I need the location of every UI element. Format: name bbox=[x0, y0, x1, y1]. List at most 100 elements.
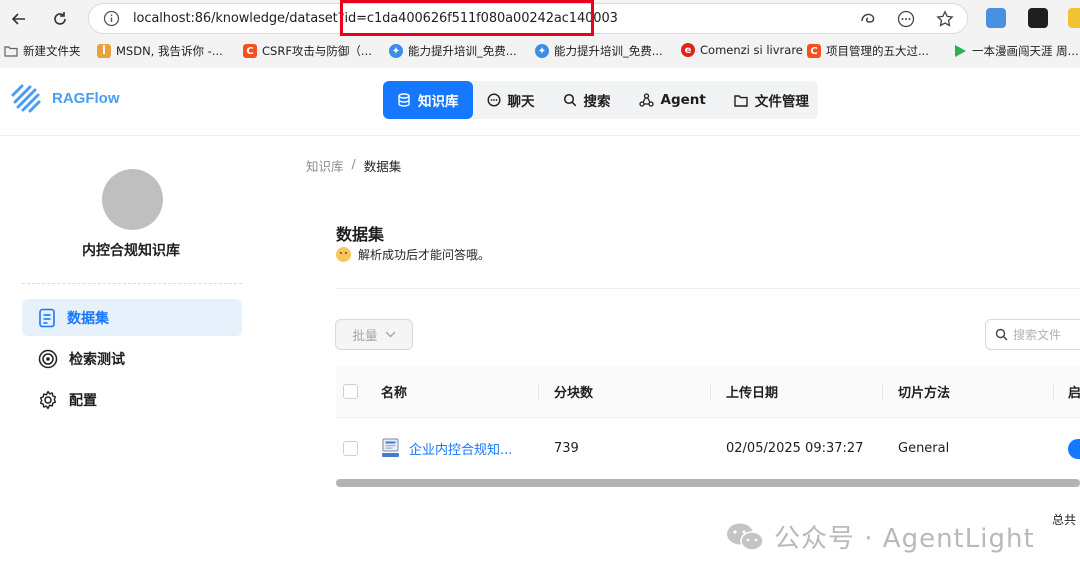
top-navigation: 知识库 聊天 搜索 Agent 文件管理 bbox=[383, 81, 818, 119]
row-checkbox-cell bbox=[336, 418, 381, 479]
column-label: 切片方法 bbox=[898, 386, 951, 401]
e-icon: e bbox=[681, 43, 695, 57]
database-icon bbox=[398, 93, 410, 107]
folder-icon bbox=[4, 44, 18, 58]
reload-button[interactable] bbox=[47, 6, 73, 32]
chevron-down-icon bbox=[385, 331, 395, 338]
table-row[interactable]: 企业内控合规知... 739 02/05/2025 09:37:27 Gener… bbox=[336, 418, 1080, 480]
bookmark-item[interactable]: e Comenzi si livrare bbox=[681, 43, 803, 57]
ragflow-app: RAGFlow 知识库 聊天 搜索 Agent 文件管理 内控合规知识库 数据集… bbox=[0, 68, 1080, 579]
divider bbox=[336, 288, 1080, 289]
bookmark-label: 一本漫画闯天涯 周... bbox=[972, 44, 1079, 58]
gear-icon bbox=[39, 390, 57, 409]
tab-knowledge-base[interactable]: 知识库 bbox=[383, 81, 473, 119]
app-header: RAGFlow 知识库 聊天 搜索 Agent 文件管理 bbox=[0, 68, 1080, 136]
tab-file-management[interactable]: 文件管理 bbox=[720, 81, 823, 119]
sidebar-item-label: 检索测试 bbox=[69, 351, 125, 368]
bookmark-item[interactable]: ✦ 能力提升培训_免费... bbox=[535, 43, 663, 59]
bookmark-item[interactable]: 新建文件夹 bbox=[4, 43, 81, 59]
sidebar-item-label: 数据集 bbox=[67, 310, 109, 327]
column-header-name[interactable]: 名称 bbox=[381, 366, 538, 417]
enable-toggle[interactable] bbox=[1068, 438, 1080, 459]
knowledge-base-name: 内控合规知识库 bbox=[82, 243, 180, 259]
tab-label: Agent bbox=[660, 92, 706, 108]
column-label: 上传日期 bbox=[726, 386, 779, 401]
upload-date: 02/05/2025 09:37:27 bbox=[726, 441, 864, 456]
breadcrumb-separator: / bbox=[351, 156, 356, 171]
play-icon bbox=[953, 44, 967, 58]
csdn-icon: C bbox=[807, 44, 821, 58]
bookmarks-bar: 新建文件夹 ꟾ MSDN, 我告诉你 -... C CSRF攻击与防御（... … bbox=[0, 40, 1080, 64]
cell-name: 企业内控合规知... bbox=[381, 418, 538, 479]
subtitle-text: 解析成功后才能问答哦。 bbox=[358, 248, 491, 262]
document-icon bbox=[39, 308, 55, 327]
column-label: 启 bbox=[1068, 386, 1080, 401]
chunk-count: 739 bbox=[554, 441, 579, 456]
breadcrumb-link[interactable]: 知识库 bbox=[306, 156, 344, 175]
horizontal-scrollbar[interactable] bbox=[336, 479, 1080, 487]
file-icon bbox=[382, 438, 399, 457]
column-label: 名称 bbox=[381, 386, 408, 401]
column-header-chunks[interactable]: 分块数 bbox=[538, 366, 710, 417]
folder-icon bbox=[734, 94, 748, 107]
bookmark-item[interactable]: 一本漫画闯天涯 周... bbox=[953, 43, 1079, 59]
tab-chat[interactable]: 聊天 bbox=[473, 81, 549, 119]
bookmark-label: 新建文件夹 bbox=[23, 44, 81, 58]
sidebar-item-label: 配置 bbox=[69, 392, 97, 409]
bookmark-item[interactable]: C 项目管理的五大过... bbox=[807, 43, 929, 59]
tab-search[interactable]: 搜索 bbox=[549, 81, 625, 119]
extension-icon-2[interactable] bbox=[1068, 8, 1080, 28]
scrollbar-thumb[interactable] bbox=[336, 479, 1080, 487]
logo[interactable]: RAGFlow bbox=[10, 82, 120, 114]
arrow-left-icon bbox=[11, 13, 25, 25]
tab-agent[interactable]: Agent bbox=[625, 81, 720, 119]
chat-icon bbox=[486, 93, 501, 107]
bookmark-label: MSDN, 我告诉你 -... bbox=[116, 44, 223, 58]
column-header-upload-date[interactable]: 上传日期 bbox=[710, 366, 882, 417]
select-all-checkbox[interactable] bbox=[343, 384, 358, 399]
agent-icon bbox=[638, 93, 654, 107]
bookmark-item[interactable]: ꟾ MSDN, 我告诉你 -... bbox=[97, 43, 223, 59]
sidebar-item-config[interactable]: 配置 bbox=[22, 381, 242, 418]
table-header: 名称 分块数 上传日期 切片方法 启 bbox=[336, 366, 1080, 418]
url-highlight-box bbox=[340, 0, 594, 36]
column-header-chunk-method[interactable]: 切片方法 bbox=[882, 366, 1053, 417]
bookmark-item[interactable]: C CSRF攻击与防御（... bbox=[243, 43, 372, 59]
bookmark-item[interactable]: ✦ 能力提升培训_免费... bbox=[389, 43, 517, 59]
tab-label: 搜索 bbox=[583, 94, 611, 110]
search-icon bbox=[563, 93, 576, 107]
header-checkbox-cell bbox=[336, 366, 381, 417]
star-icon[interactable] bbox=[936, 10, 954, 28]
shield-extension-icon[interactable] bbox=[986, 8, 1006, 28]
divider bbox=[22, 283, 242, 284]
sidebar-item-dataset[interactable]: 数据集 bbox=[22, 299, 242, 336]
pagination-total: 总共 bbox=[1052, 513, 1077, 527]
chunk-method: General bbox=[898, 441, 950, 456]
bookmark-label: 项目管理的五大过... bbox=[826, 44, 929, 58]
watermark: 公众号 · AgentLight bbox=[725, 518, 1035, 555]
document-name: 企业内控合规知... bbox=[409, 443, 513, 458]
bookmark-label: 能力提升培训_免费... bbox=[554, 44, 663, 58]
document-link[interactable]: 企业内控合规知... bbox=[381, 438, 512, 459]
sidebar: 内控合规知识库 数据集 检索测试 配置 bbox=[0, 137, 262, 579]
row-checkbox[interactable] bbox=[343, 441, 358, 456]
sidebar-item-retrieval-test[interactable]: 检索测试 bbox=[22, 340, 242, 377]
msdn-icon: ꟾ bbox=[97, 44, 111, 58]
avatar bbox=[102, 169, 163, 230]
edge-read-icon[interactable] bbox=[859, 10, 877, 28]
tab-label: 文件管理 bbox=[754, 94, 809, 110]
search-placeholder: 搜索文件 bbox=[1013, 328, 1062, 342]
more-options-icon[interactable] bbox=[897, 10, 915, 28]
breadcrumb-current: 数据集 bbox=[363, 159, 402, 174]
extension-icon[interactable] bbox=[1028, 8, 1048, 28]
search-input[interactable]: 搜索文件 bbox=[985, 319, 1080, 350]
cell-chunks: 739 bbox=[538, 418, 710, 479]
batch-button[interactable]: 批量 bbox=[335, 319, 413, 350]
batch-label: 批量 bbox=[352, 328, 378, 343]
back-button[interactable] bbox=[6, 6, 32, 32]
info-icon[interactable] bbox=[103, 10, 120, 27]
breadcrumb: 知识库 / 数据集 bbox=[306, 156, 401, 175]
page-subtitle: 解析成功后才能问答哦。 bbox=[336, 246, 490, 263]
column-header-enable[interactable]: 启 bbox=[1053, 366, 1080, 417]
bookmark-label: Comenzi si livrare bbox=[700, 43, 803, 57]
